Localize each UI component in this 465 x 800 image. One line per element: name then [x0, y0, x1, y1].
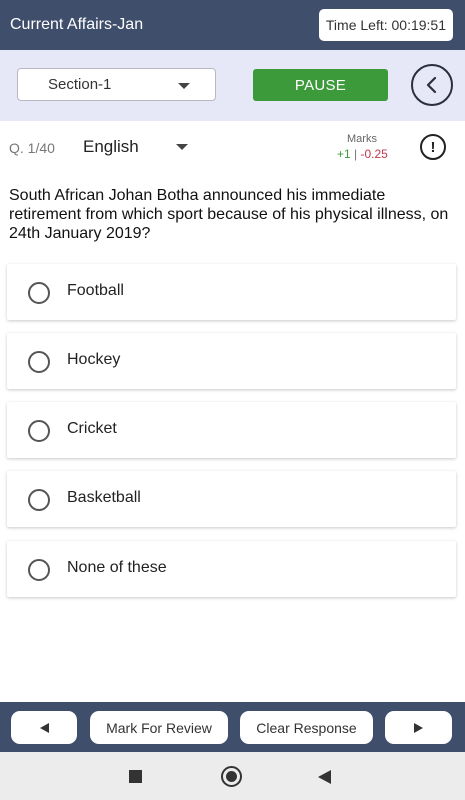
marks-positive: +1	[337, 147, 351, 161]
test-title: Current Affairs-Jan	[10, 16, 144, 33]
question-info-row: Q. 1/40 English Marks +1 | -0.25 !	[0, 121, 465, 172]
pause-button[interactable]: PAUSE	[253, 69, 388, 101]
option-football[interactable]: Football	[7, 264, 456, 320]
app-header: Current Affairs-Jan Time Left: 00:19:51	[0, 0, 465, 50]
radio-button[interactable]	[28, 282, 50, 304]
option-label: Cricket	[67, 420, 117, 437]
option-label: None of these	[67, 559, 167, 576]
home-icon[interactable]	[221, 766, 242, 787]
option-none-of-these[interactable]: None of these	[7, 541, 456, 597]
clear-response-button[interactable]: Clear Response	[240, 711, 373, 744]
question-number: Q. 1/40	[9, 140, 55, 156]
option-hockey[interactable]: Hockey	[7, 333, 456, 389]
recents-icon[interactable]	[129, 770, 142, 783]
language-dropdown[interactable]: English	[83, 137, 139, 157]
right-triangle-icon	[414, 722, 423, 733]
section-dropdown[interactable]: Section-1	[17, 68, 216, 101]
next-question-button[interactable]	[385, 711, 452, 744]
report-button[interactable]: !	[420, 134, 446, 160]
option-label: Football	[67, 282, 124, 299]
chevron-left-icon	[426, 76, 437, 94]
home-dot	[226, 771, 237, 782]
caret-down-icon	[178, 83, 190, 89]
marks-separator: |	[350, 147, 361, 161]
radio-button[interactable]	[28, 351, 50, 373]
option-label: Basketball	[67, 489, 141, 506]
back-triangle-icon[interactable]	[318, 770, 331, 784]
radio-button[interactable]	[28, 559, 50, 581]
exclamation-icon: !	[430, 138, 436, 156]
mark-for-review-button[interactable]: Mark For Review	[90, 711, 228, 744]
back-button[interactable]	[411, 64, 453, 106]
action-bar: Mark For Review Clear Response	[0, 702, 465, 752]
radio-button[interactable]	[28, 420, 50, 442]
marks-label: Marks	[347, 133, 377, 145]
caret-down-icon[interactable]	[176, 144, 188, 150]
question-text: South African Johan Botha announced his …	[9, 187, 449, 242]
section-dropdown-value: Section-1	[48, 76, 112, 93]
question-area: South African Johan Botha announced his …	[0, 172, 465, 702]
time-left-badge: Time Left: 00:19:51	[318, 9, 453, 41]
option-cricket[interactable]: Cricket	[7, 402, 456, 458]
system-nav-bar	[0, 752, 465, 800]
previous-question-button[interactable]	[11, 711, 77, 744]
option-label: Hockey	[67, 351, 121, 368]
option-basketball[interactable]: Basketball	[7, 471, 456, 527]
control-bar: Section-1 PAUSE	[0, 50, 465, 121]
radio-button[interactable]	[28, 489, 50, 511]
marks-negative: -0.25	[360, 147, 388, 161]
marks-values: +1 | -0.25	[337, 147, 388, 161]
left-triangle-icon	[39, 722, 49, 733]
